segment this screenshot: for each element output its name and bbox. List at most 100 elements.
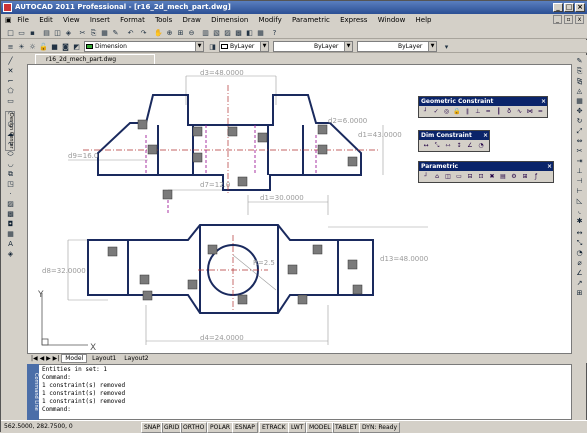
equal-icon[interactable]: = — [536, 107, 545, 116]
polar-toggle[interactable]: POLAR — [207, 422, 234, 433]
zoom-window-icon[interactable]: ⊞ — [175, 27, 186, 38]
collinear-icon[interactable]: ✓ — [431, 107, 440, 116]
command-input[interactable]: Command: — [42, 406, 125, 414]
scale-icon[interactable]: ⤢ — [574, 127, 585, 136]
param-coincident-icon[interactable]: ┘ — [421, 172, 431, 181]
dim-linear-icon[interactable]: ↔ — [574, 229, 585, 238]
menu-tools[interactable]: Tools — [151, 14, 176, 26]
mtext-icon[interactable]: A — [5, 240, 16, 249]
zoom-previous-icon[interactable]: ⊖ — [186, 27, 197, 38]
new-icon[interactable]: □ — [5, 27, 16, 38]
menu-express[interactable]: Express — [336, 14, 371, 26]
param-manager-icon[interactable]: ▤ — [498, 172, 508, 181]
param-auto-icon[interactable]: ⌂ — [432, 172, 442, 181]
app-icon[interactable] — [3, 3, 12, 12]
help-icon[interactable]: ? — [269, 27, 280, 38]
param-convert-icon[interactable]: ⊡ — [476, 172, 486, 181]
close-icon[interactable]: × — [547, 162, 552, 171]
geometric-constraint-title[interactable]: Geometric Constraint × — [419, 97, 547, 106]
tool-palettes-icon[interactable]: ▨ — [222, 27, 233, 38]
chevron-down-icon[interactable]: ▼ — [260, 42, 268, 51]
array-icon[interactable]: ▦ — [574, 97, 585, 106]
dim-radial-icon[interactable]: ◔ — [476, 141, 486, 150]
param-dim-icon[interactable]: ⊟ — [465, 172, 475, 181]
dim-linear-constraint-icon[interactable]: ↔ — [421, 141, 431, 150]
document-tab[interactable]: r16_2d_mech_part.dwg — [35, 54, 155, 64]
add-selected-icon[interactable]: ◈ — [5, 250, 16, 259]
menu-format[interactable]: Format — [116, 14, 149, 26]
line-icon[interactable]: ╱ — [5, 57, 16, 66]
dim-angular-icon[interactable]: ∠ — [574, 269, 585, 278]
close-icon[interactable]: × — [541, 97, 546, 106]
param-hide-icon[interactable]: ▭ — [454, 172, 464, 181]
chevron-down-icon[interactable]: ▼ — [195, 42, 203, 51]
move-icon[interactable]: ✥ — [574, 107, 585, 116]
dim-aligned-constraint-icon[interactable]: ⤡ — [432, 141, 442, 150]
construction-line-icon[interactable]: ✕ — [5, 67, 16, 76]
point-icon[interactable]: · — [5, 190, 16, 199]
dim-horizontal-icon[interactable]: ⇿ — [443, 141, 453, 150]
minimize-button[interactable]: _ — [553, 3, 563, 12]
concentric-icon[interactable]: ◎ — [442, 107, 451, 116]
markup-icon[interactable]: ◧ — [244, 27, 255, 38]
doc-restore-button[interactable]: ▫ — [564, 15, 573, 24]
save-icon[interactable]: ▪ — [27, 27, 38, 38]
explode-icon[interactable]: ✱ — [574, 217, 585, 226]
dim-aligned-icon[interactable]: ⤡ — [574, 239, 585, 248]
doc-minimize-button[interactable]: _ — [553, 15, 562, 24]
color-combo[interactable]: ByLayer ▼ — [219, 41, 269, 52]
mirror-icon[interactable]: ⧎ — [574, 77, 585, 86]
layer-freeze-icon[interactable]: ☼ — [27, 41, 38, 52]
vertical-icon[interactable]: ┃ — [494, 107, 503, 116]
publish-icon[interactable]: ◈ — [63, 27, 74, 38]
last-tab-icon[interactable]: ▶| — [53, 355, 60, 362]
prev-tab-icon[interactable]: ◀ — [40, 355, 45, 362]
param-fx-icon[interactable]: ƒ — [531, 172, 541, 181]
arc-icon[interactable]: ◠ — [5, 110, 16, 119]
dim-constraint-title[interactable]: Dim Constraint × — [419, 131, 489, 140]
leader-icon[interactable]: ↗ — [574, 279, 585, 288]
tangent-icon[interactable]: ð — [504, 107, 513, 116]
pan-icon[interactable]: ✋ — [153, 27, 164, 38]
menu-file[interactable]: File — [13, 14, 33, 26]
lineweight-combo[interactable]: ByLayer ▼ — [357, 41, 437, 52]
menu-modify[interactable]: Modify — [255, 14, 286, 26]
hatch-icon[interactable]: ▨ — [5, 200, 16, 209]
region-icon[interactable]: ◘ — [5, 220, 16, 229]
print-icon[interactable]: ▤ — [41, 27, 52, 38]
paste-icon[interactable]: ▦ — [99, 27, 110, 38]
etrack-toggle[interactable]: ETRACK — [259, 422, 289, 433]
dim-vertical-icon[interactable]: ↕ — [454, 141, 464, 150]
ortho-toggle[interactable]: ORTHO — [180, 422, 208, 433]
esnap-toggle[interactable]: ESNAP — [232, 422, 258, 433]
layer-color-icon[interactable]: ■ — [49, 41, 60, 52]
zoom-realtime-icon[interactable]: ⊕ — [164, 27, 175, 38]
extend-icon[interactable]: ⇥ — [574, 157, 585, 166]
stretch-icon[interactable]: ⇔ — [574, 137, 585, 146]
symmetric-icon[interactable]: ⋈ — [525, 107, 534, 116]
param-infer-icon[interactable]: ⊞ — [520, 172, 530, 181]
open-icon[interactable]: ▭ — [16, 27, 27, 38]
tab-model[interactable]: Model — [61, 354, 88, 363]
chevron-down-icon[interactable]: ▼ — [344, 42, 352, 51]
close-button[interactable]: × — [575, 3, 585, 12]
copy-icon[interactable]: ⎘ — [88, 27, 99, 38]
join-icon[interactable]: ⊢ — [574, 187, 585, 196]
table-icon[interactable]: ▦ — [5, 230, 16, 239]
trim-icon[interactable]: ✂ — [574, 147, 585, 156]
menu-draw[interactable]: Draw — [179, 14, 205, 26]
plot-style-icon[interactable]: ▾ — [441, 41, 452, 52]
smooth-icon[interactable]: ∿ — [515, 107, 524, 116]
layer-bulb-icon[interactable]: ☀ — [16, 41, 27, 52]
snap-toggle[interactable]: SNAP — [141, 422, 164, 433]
parallel-icon[interactable]: ∥ — [463, 107, 472, 116]
erase-icon[interactable]: ✎ — [574, 57, 585, 66]
polyline-icon[interactable]: ⌐ — [5, 77, 16, 86]
lwt-toggle[interactable]: LWT — [288, 422, 307, 433]
properties-icon[interactable]: ▥ — [200, 27, 211, 38]
tolerance-icon[interactable]: ⊞ — [574, 289, 585, 298]
undo-icon[interactable]: ↶ — [125, 27, 136, 38]
dim-angular-constraint-icon[interactable]: ∠ — [465, 141, 475, 150]
parametric-panel[interactable]: Parametric × ┘ ⌂ ◫ ▭ ⊟ ⊡ ✖ ▤ ⚙ ⊞ ƒ — [418, 161, 554, 183]
polygon-icon[interactable]: ⬠ — [5, 87, 16, 96]
